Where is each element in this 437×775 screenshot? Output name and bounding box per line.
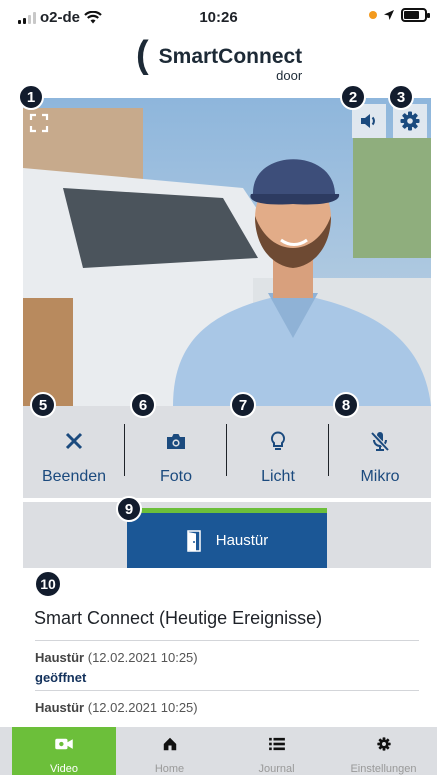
recording-indicator-dot <box>369 11 377 19</box>
microphone-label: Mikro <box>360 468 400 485</box>
gear-icon <box>400 111 420 131</box>
callout-badge: 5 <box>30 392 56 418</box>
battery-icon <box>401 8 430 22</box>
logo-name: SmartConnect <box>158 45 303 68</box>
fullscreen-icon <box>29 113 49 133</box>
open-door-button[interactable]: Haustür <box>127 508 327 568</box>
event-timestamp: (12.02.2021 10:25) <box>87 700 198 715</box>
event-timestamp: (12.02.2021 10:25) <box>87 650 198 665</box>
event-source: Haustür <box>35 650 85 665</box>
tab-video[interactable]: Video <box>12 727 116 775</box>
camera-image <box>23 98 431 406</box>
end-call-button[interactable]: Beenden <box>23 406 125 498</box>
light-label: Licht <box>261 468 295 485</box>
app-logo: ( SmartConnect door <box>136 36 302 84</box>
events-title: Smart Connect (Heutige Ereignisse) <box>34 608 323 628</box>
event-item[interactable]: Haustür (12.02.2021 10:25) geöffnet <box>35 640 419 685</box>
speaker-icon <box>361 114 375 128</box>
open-door-label: Haustür <box>215 532 269 549</box>
event-source: Haustür <box>35 700 85 715</box>
tab-home-label: Home <box>154 763 185 775</box>
event-item[interactable]: Haustür (12.02.2021 10:25) <box>35 690 419 720</box>
lightbulb-icon <box>270 430 286 450</box>
light-button[interactable]: Licht <box>227 406 329 498</box>
call-action-bar: Beenden Foto Licht Mikro <box>23 406 431 498</box>
tab-settings-label: Einstellungen <box>350 763 417 775</box>
tab-home[interactable]: Home <box>116 727 223 775</box>
tab-journal-label: Journal <box>258 763 295 775</box>
video-feed <box>23 98 431 406</box>
mic-muted-icon <box>370 431 390 451</box>
tab-journal[interactable]: Journal <box>223 727 330 775</box>
camera-icon <box>167 433 185 449</box>
callout-badge: 6 <box>130 392 156 418</box>
door-icon <box>186 529 201 552</box>
home-icon <box>163 737 176 751</box>
event-status: geöffnet <box>35 670 87 685</box>
close-icon <box>65 432 83 450</box>
callout-badge: 2 <box>340 84 366 110</box>
logo-subtitle: door <box>276 68 303 83</box>
callout-badge: 7 <box>230 392 256 418</box>
video-icon <box>55 738 73 750</box>
photo-label: Foto <box>159 468 192 485</box>
callout-badge: 1 <box>18 84 44 110</box>
tab-settings[interactable]: Einstellungen <box>330 727 437 775</box>
microphone-button[interactable]: Mikro <box>329 406 431 498</box>
list-icon <box>268 737 285 751</box>
callout-badge: 3 <box>388 84 414 110</box>
gear-icon <box>376 737 391 751</box>
tab-video-label: Video <box>50 763 78 775</box>
fullscreen-button[interactable] <box>28 112 50 134</box>
location-arrow-icon <box>384 10 394 20</box>
end-call-label: Beenden <box>41 468 107 485</box>
bottom-tab-bar: Video Home Journal Einstellungen <box>0 727 437 775</box>
callout-badge: 10 <box>34 570 62 598</box>
status-bar: o2-de 10:26 <box>0 0 437 34</box>
callout-badge: 8 <box>333 392 359 418</box>
logo-mark: ( <box>136 34 149 76</box>
photo-button[interactable]: Foto <box>125 406 227 498</box>
callout-badge: 9 <box>116 496 142 522</box>
